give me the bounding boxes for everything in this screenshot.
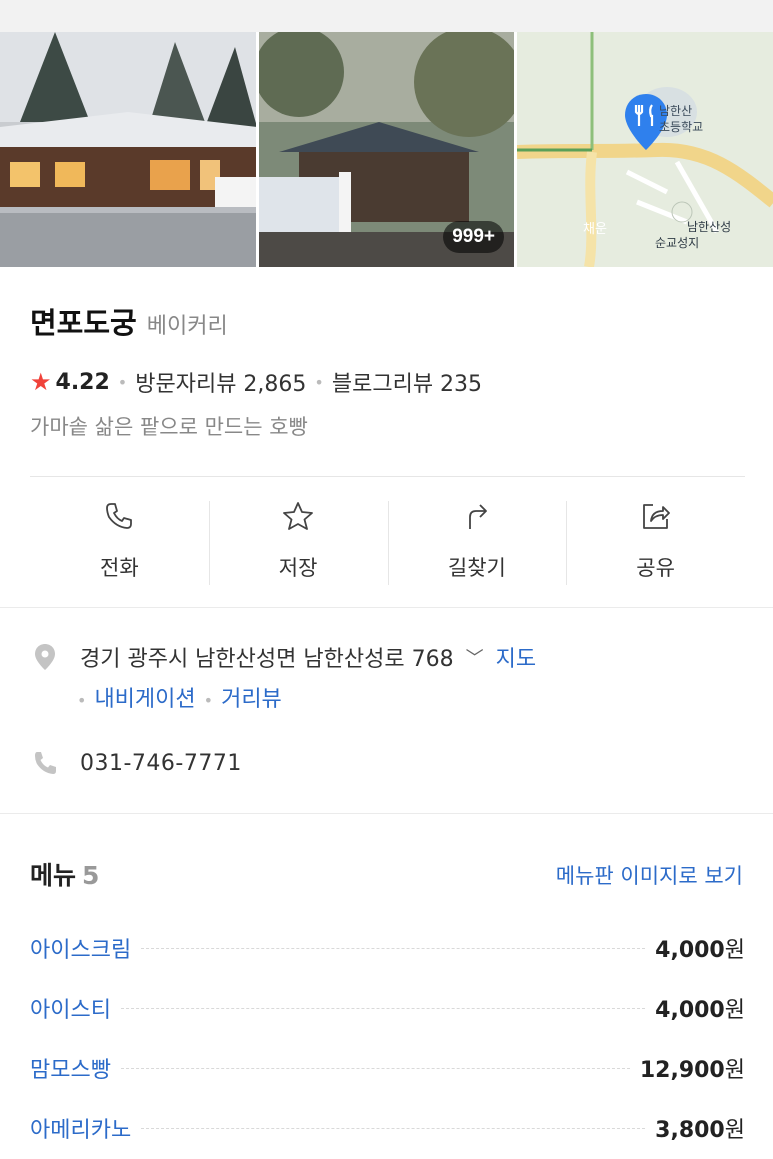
photo-map-thumbnail[interactable]: 남한산 초등학교 채운 남한산성 순교성지 xyxy=(517,32,773,267)
menu-item-leader xyxy=(120,1007,646,1009)
rating-value: 4.22 xyxy=(55,369,110,395)
call-button[interactable]: 전화 xyxy=(30,497,209,587)
street-view-link[interactable]: 거리뷰 xyxy=(221,687,282,712)
menu-item-price: 4,000원 xyxy=(655,932,745,964)
menu-count: 5 xyxy=(82,861,100,890)
menu-heading: 메뉴 5 xyxy=(30,856,99,892)
price-value: 4,000 xyxy=(655,938,725,963)
price-unit: 원 xyxy=(724,1058,745,1083)
price-value: 12,900 xyxy=(639,1058,725,1083)
separator-dot: • xyxy=(117,372,128,392)
price-value: 3,800 xyxy=(655,1118,725,1143)
section-divider xyxy=(0,607,773,608)
place-name: 면포도궁 xyxy=(30,306,137,340)
visitor-reviews-link[interactable]: 방문자리뷰 2,865 xyxy=(135,366,306,398)
price-unit: 원 xyxy=(724,998,745,1023)
phone-icon xyxy=(106,503,133,529)
map-label-school-1: 남한산 xyxy=(659,104,693,118)
menu-item[interactable]: 아메리카노 3,800원 xyxy=(30,1098,745,1158)
map-label-watermark: 채운 xyxy=(583,222,607,237)
separator-dot: • xyxy=(77,691,87,710)
menu-item[interactable]: 아이스티 4,000원 xyxy=(30,978,745,1038)
menu-list: 아이스크림 4,000원 아이스티 4,000원 맘모스빵 12,900원 아메… xyxy=(30,918,745,1158)
price-unit: 원 xyxy=(724,1118,745,1143)
map-label-school-2: 초등학교 xyxy=(659,120,704,134)
section-divider xyxy=(0,813,773,814)
save-button-label: 저장 xyxy=(278,556,318,580)
share-button[interactable]: 공유 xyxy=(566,497,745,587)
photo-building-exterior[interactable]: 999+ xyxy=(259,32,514,267)
place-title-row: 면포도궁 베이커리 xyxy=(30,300,228,342)
blog-reviews-link[interactable]: 블로그리뷰 235 xyxy=(332,366,482,398)
directions-button-label: 길찾기 xyxy=(447,556,506,580)
menu-title: 메뉴 xyxy=(30,861,77,890)
action-bar: 전화 저장 길찾기 공유 xyxy=(30,497,745,587)
place-category: 베이커리 xyxy=(146,314,228,339)
menu-item-name[interactable]: 아이스크림 xyxy=(30,932,131,964)
menu-item[interactable]: 맘모스빵 12,900원 xyxy=(30,1038,745,1098)
separator-dot: • xyxy=(314,372,324,392)
photo-strip[interactable]: 999+ 남한산 초등학교 채운 남한산성 순교성지 xyxy=(0,32,773,267)
price-unit: 원 xyxy=(724,938,745,963)
menu-item-name[interactable]: 아메리카노 xyxy=(30,1112,131,1144)
menu-item-leader xyxy=(120,1067,630,1069)
location-pin-icon xyxy=(35,644,55,670)
star-filled-icon: ★ xyxy=(30,368,52,396)
menu-item-name[interactable]: 맘모스빵 xyxy=(30,1052,111,1084)
menu-item-name[interactable]: 아이스티 xyxy=(30,992,111,1024)
divider xyxy=(30,476,745,477)
place-description: 가마솥 삶은 팥으로 만드는 호빵 xyxy=(30,415,308,439)
star-outline-icon xyxy=(283,502,314,530)
top-bar xyxy=(0,0,773,32)
directions-icon xyxy=(468,504,487,529)
menu-item-price: 4,000원 xyxy=(655,992,745,1024)
menu-item-price: 3,800원 xyxy=(655,1112,745,1144)
map-label-fortress: 남한산성 xyxy=(687,220,732,234)
rating-row: ★ 4.22 • 방문자리뷰 2,865 • 블로그리뷰 235 xyxy=(30,366,482,398)
phone-row[interactable]: 031-746-7771 xyxy=(30,748,242,778)
menu-board-link[interactable]: 메뉴판 이미지로 보기 xyxy=(556,860,743,890)
address-row: 경기 광주시 남한산성면 남한산성로 768 ﹀ 지도 xyxy=(30,641,536,673)
address-links-row: • 내비게이션 • 거리뷰 xyxy=(77,681,282,713)
phone-number[interactable]: 031-746-7771 xyxy=(80,751,242,776)
menu-item-leader xyxy=(141,1127,646,1129)
directions-button[interactable]: 길찾기 xyxy=(387,497,567,587)
chevron-down-icon[interactable]: ﹀ xyxy=(466,644,484,670)
separator-dot: • xyxy=(203,691,214,710)
navigation-link[interactable]: 내비게이션 xyxy=(94,687,195,712)
call-button-label: 전화 xyxy=(100,556,139,580)
address-text: 경기 광주시 남한산성면 남한산성로 768 xyxy=(80,647,454,672)
save-button[interactable]: 저장 xyxy=(208,497,388,587)
menu-item-leader xyxy=(141,947,646,949)
share-button-label: 공유 xyxy=(636,556,675,580)
share-icon xyxy=(642,504,670,529)
map-link[interactable]: 지도 xyxy=(496,641,536,673)
menu-item[interactable]: 아이스크림 4,000원 xyxy=(30,918,745,978)
menu-item-price: 12,900원 xyxy=(640,1052,745,1084)
photo-count-badge[interactable]: 999+ xyxy=(443,221,504,253)
map-label-shrine: 순교성지 xyxy=(655,236,700,250)
price-value: 4,000 xyxy=(655,998,725,1023)
phone-icon xyxy=(35,752,56,774)
photo-storefront-snow[interactable] xyxy=(0,32,256,267)
